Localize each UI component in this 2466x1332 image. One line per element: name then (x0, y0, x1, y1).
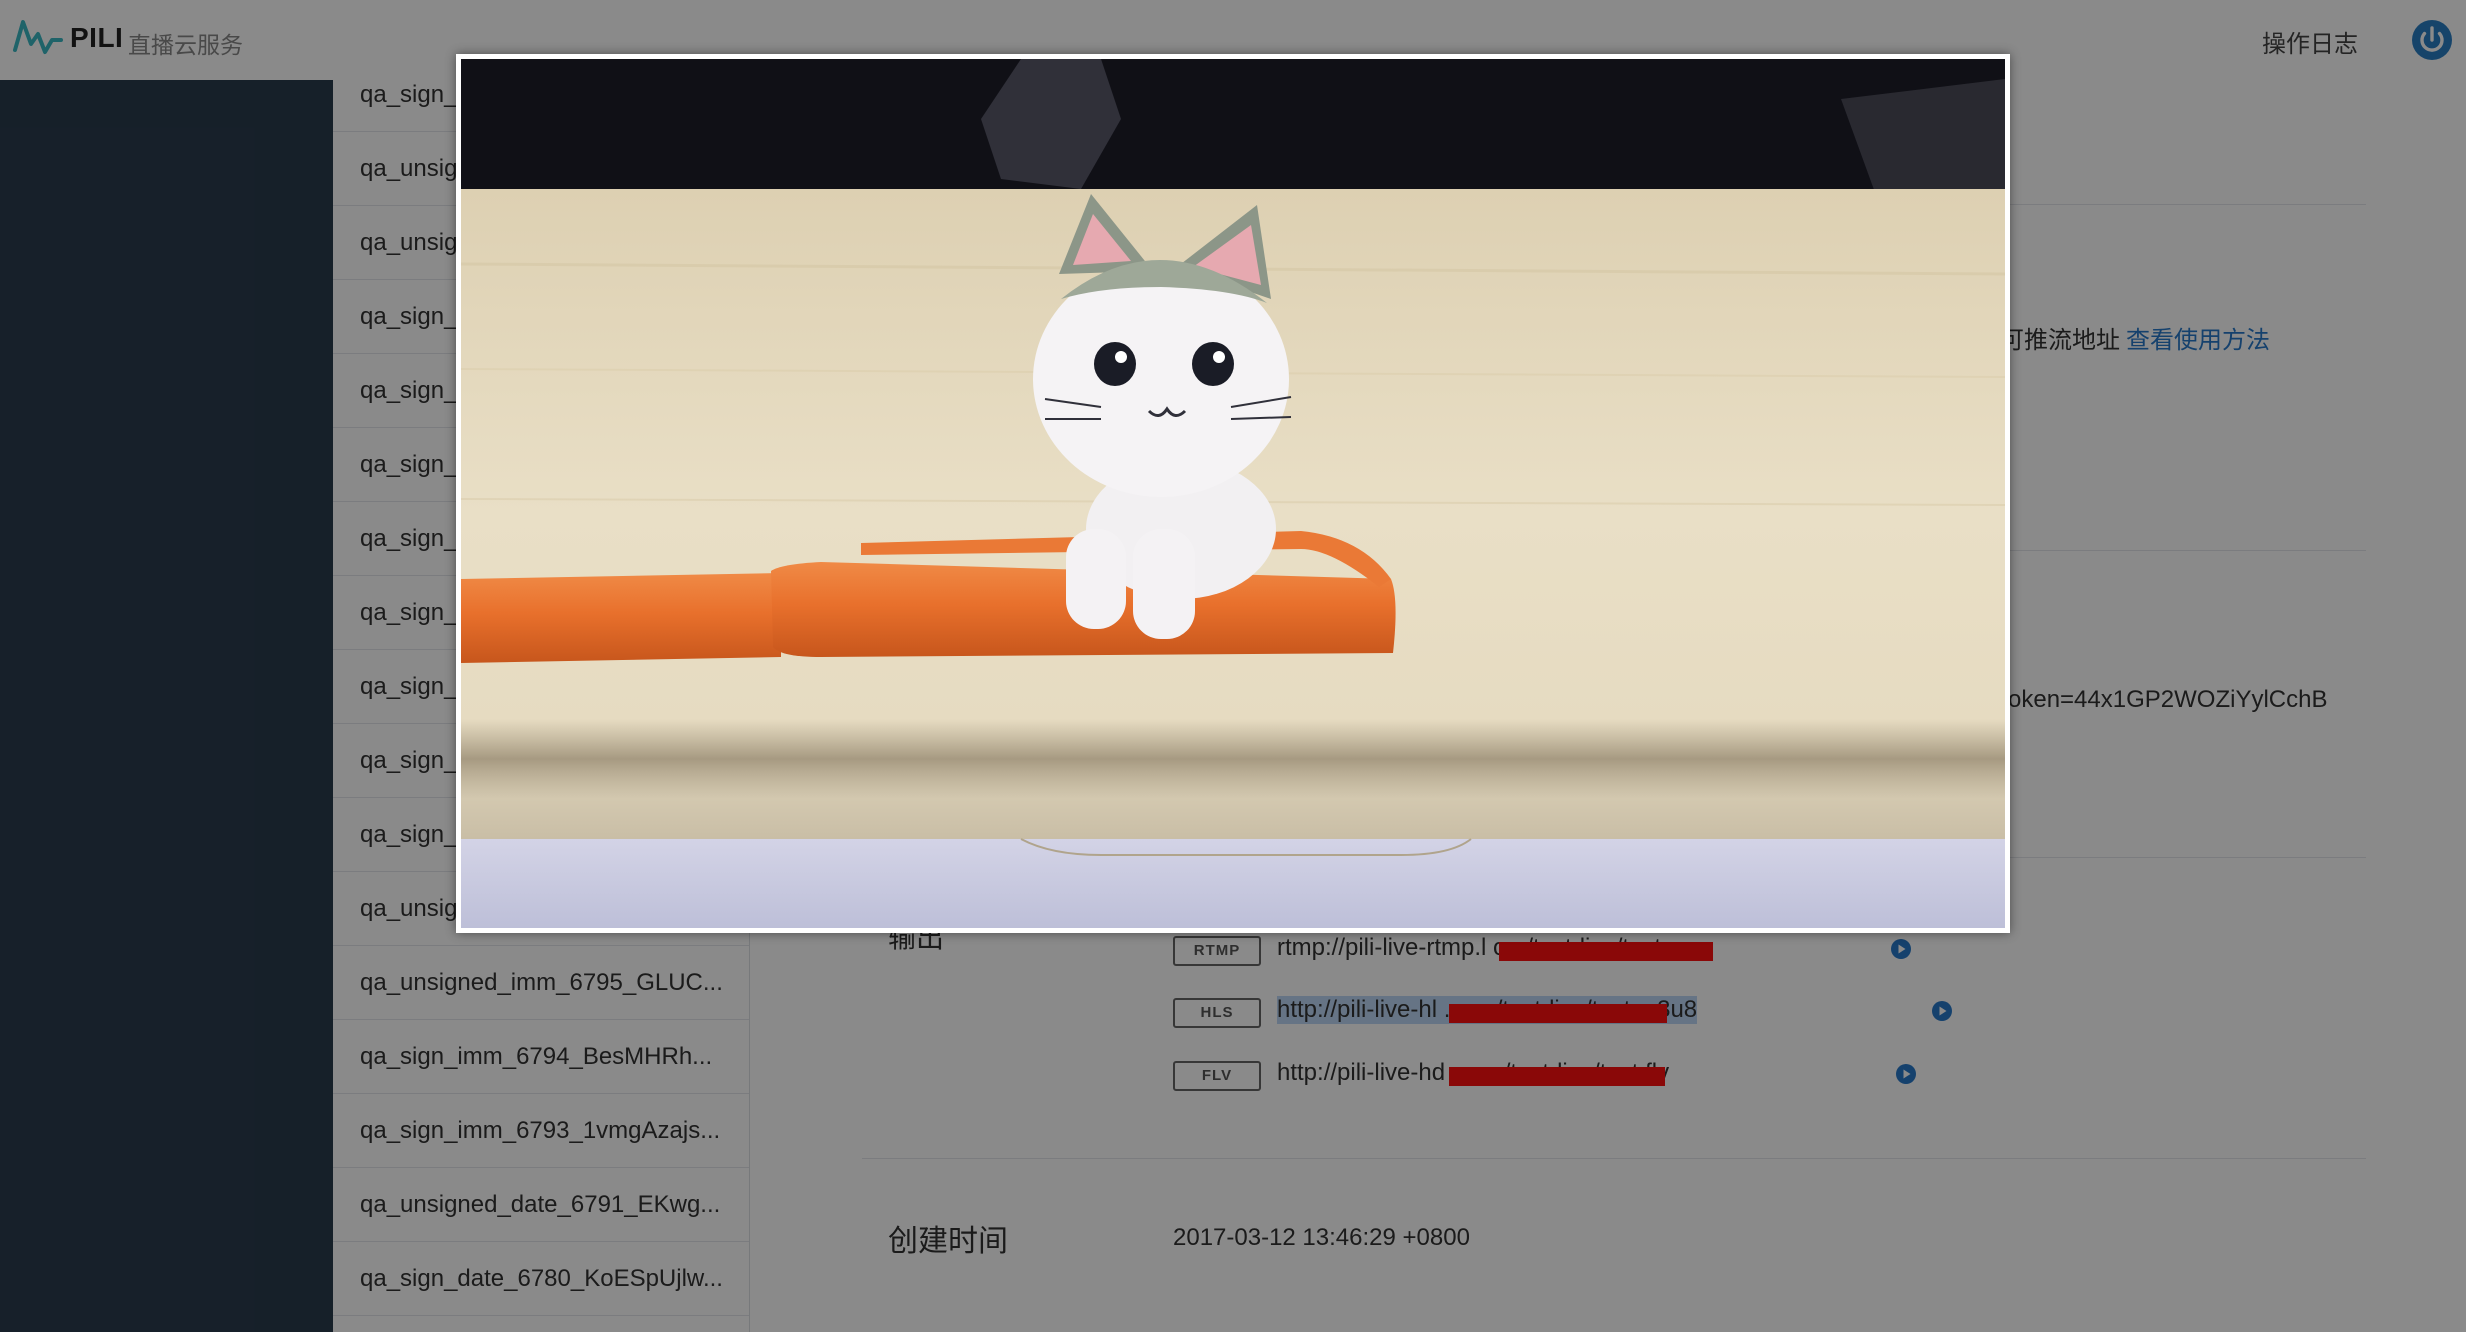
video-player[interactable] (461, 59, 2005, 928)
video-preview-modal (456, 54, 2010, 933)
